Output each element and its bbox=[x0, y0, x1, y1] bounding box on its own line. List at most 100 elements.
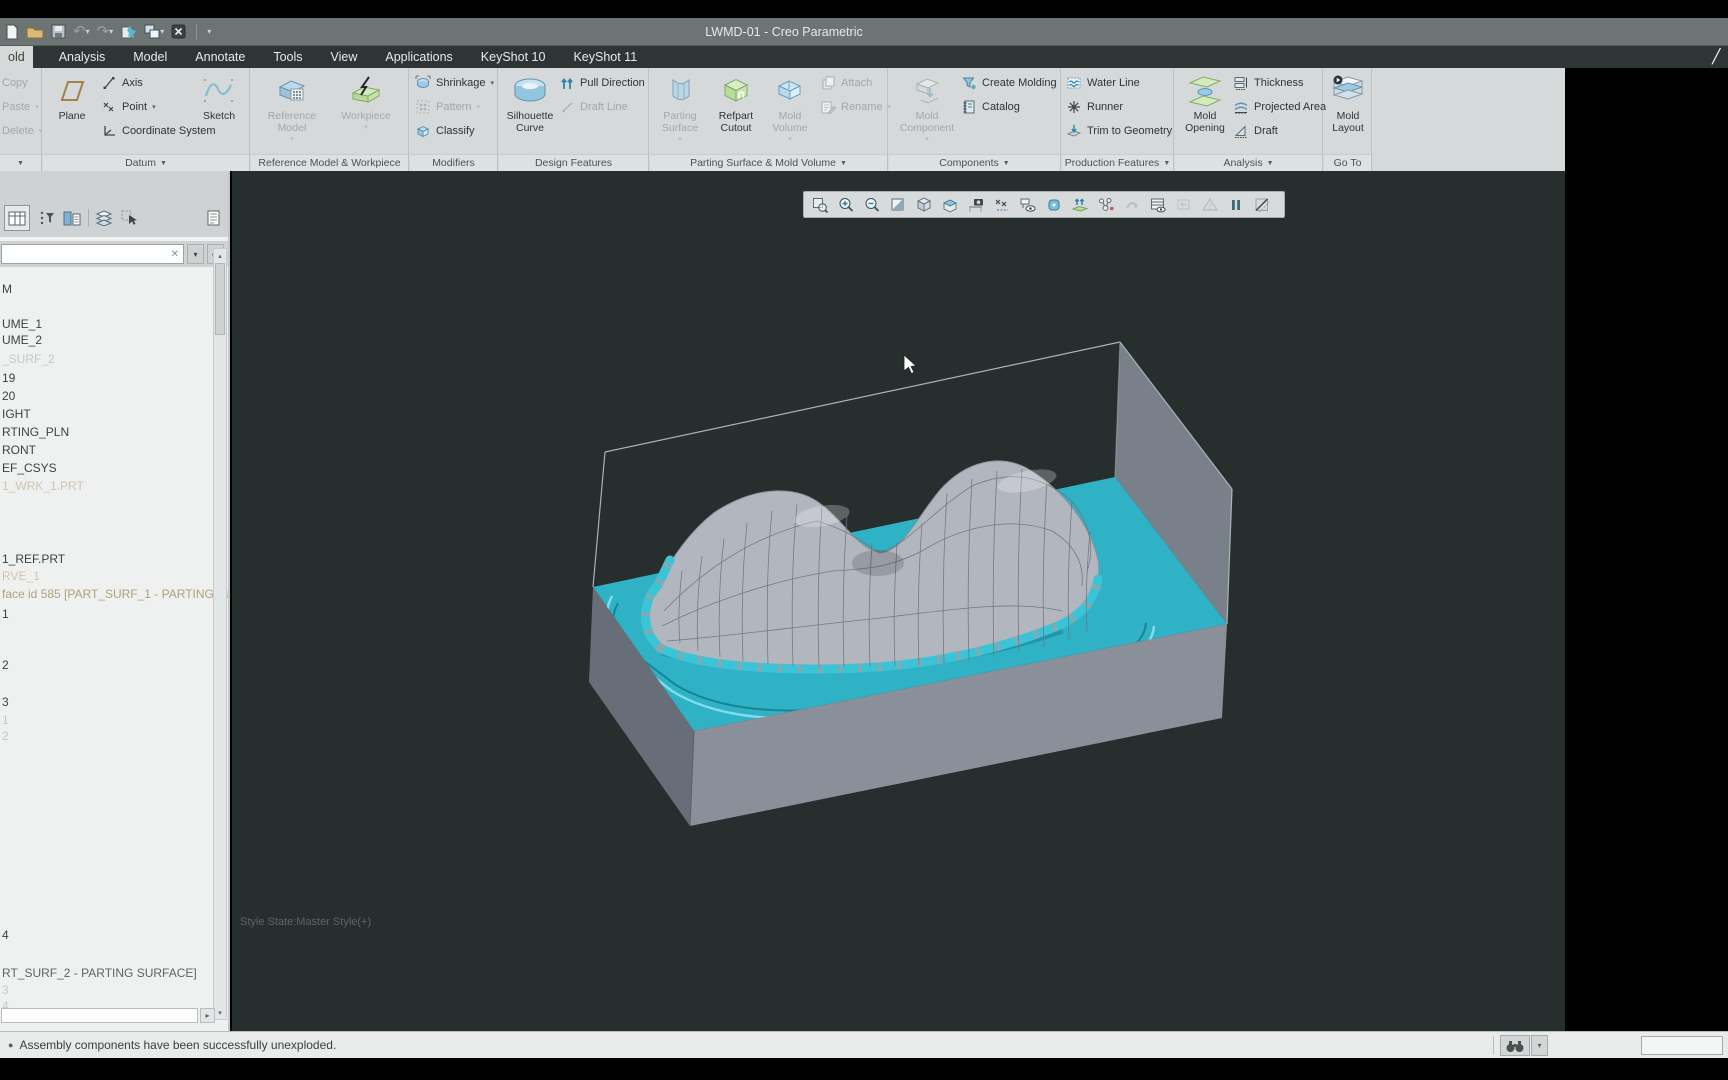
projected-area-button[interactable]: Projected Area bbox=[1233, 96, 1326, 118]
tree-item[interactable]: RONT bbox=[2, 443, 36, 458]
draft-button[interactable]: Draft bbox=[1233, 120, 1278, 142]
tree-item[interactable]: 20 bbox=[2, 389, 15, 404]
pattern-button[interactable]: Pattern▾ bbox=[415, 96, 480, 118]
tree-item[interactable]: 4 bbox=[2, 928, 9, 943]
pause-button[interactable] bbox=[1224, 193, 1248, 216]
tab-view[interactable]: View bbox=[317, 46, 372, 68]
windows-icon[interactable]: ▾ bbox=[144, 23, 164, 41]
scroll-right-button[interactable]: ▸ bbox=[200, 1008, 215, 1023]
explode-view-button[interactable] bbox=[1068, 193, 1092, 216]
geometry-check-button[interactable] bbox=[1198, 193, 1222, 216]
tree-item[interactable]: 1_REF.PRT bbox=[2, 552, 65, 567]
refit-button[interactable] bbox=[808, 193, 832, 216]
tree-item[interactable]: RVE_1 bbox=[2, 569, 40, 584]
group-label-components[interactable]: Components▼ bbox=[889, 154, 1060, 171]
undo-icon[interactable]: ↶▾ bbox=[73, 23, 90, 41]
catalog-button[interactable]: Catalog bbox=[961, 96, 1020, 118]
shrinkage-button[interactable]: Shrinkage▾ bbox=[415, 72, 494, 94]
tab-annotate[interactable]: Annotate bbox=[181, 46, 259, 68]
group-label-modifiers[interactable]: Modifiers bbox=[410, 154, 497, 171]
group-label-datum[interactable]: Datum▼ bbox=[43, 154, 249, 171]
datum-display-button[interactable] bbox=[990, 193, 1014, 216]
tab-keyshot10[interactable]: KeyShot 10 bbox=[467, 46, 560, 68]
paste-button[interactable]: Paste▾ bbox=[2, 96, 39, 118]
tree-item[interactable]: 2 bbox=[2, 729, 9, 744]
previous-view-button[interactable] bbox=[1172, 193, 1196, 216]
coordinate-system-button[interactable]: Coordinate System bbox=[101, 120, 216, 142]
tree-horizontal-scrollbar[interactable] bbox=[1, 1008, 198, 1023]
orientation-button[interactable] bbox=[1094, 193, 1118, 216]
layers-button[interactable] bbox=[92, 205, 116, 231]
thickness-button[interactable]: Thickness bbox=[1233, 72, 1304, 94]
mold-opening-button[interactable]: Mold Opening bbox=[1177, 72, 1233, 134]
search-options-button[interactable]: ▾ bbox=[1531, 1035, 1548, 1056]
trim-to-geometry-button[interactable]: Trim to Geometry bbox=[1066, 120, 1172, 142]
clip-button[interactable] bbox=[1250, 193, 1274, 216]
scrollbar-thumb[interactable] bbox=[215, 263, 225, 335]
pull-direction-button[interactable]: Pull Direction bbox=[559, 72, 645, 94]
classify-button[interactable]: Classify bbox=[415, 120, 475, 142]
tree-columns-button[interactable] bbox=[60, 205, 84, 231]
tree-item[interactable]: 1 bbox=[2, 607, 9, 622]
sketch-button[interactable]: Sketch bbox=[193, 72, 245, 122]
tree-item[interactable]: 3 bbox=[2, 695, 9, 710]
view-manager-button[interactable] bbox=[1146, 193, 1170, 216]
water-line-button[interactable]: Water Line bbox=[1066, 72, 1140, 94]
tree-item[interactable]: 2 bbox=[2, 658, 9, 673]
scroll-down-icon[interactable]: ▾ bbox=[214, 1006, 226, 1019]
tab-analysis[interactable]: Analysis bbox=[45, 46, 120, 68]
pan-button[interactable] bbox=[1120, 193, 1144, 216]
tree-item[interactable]: EF_CSYS bbox=[2, 461, 57, 476]
tree-item[interactable]: M bbox=[2, 282, 12, 297]
tab-applications[interactable]: Applications bbox=[371, 46, 466, 68]
draft-line-button[interactable]: Draft Line bbox=[559, 96, 628, 118]
tab-mold-active[interactable]: old bbox=[0, 46, 33, 68]
group-label-parting[interactable]: Parting Surface & Mold Volume▼ bbox=[650, 154, 887, 171]
scroll-up-icon[interactable]: ▴ bbox=[214, 249, 226, 262]
redo-icon[interactable]: ↷▾ bbox=[97, 23, 114, 41]
create-molding-button[interactable]: Create Molding bbox=[961, 72, 1057, 94]
tab-keyshot11[interactable]: KeyShot 11 bbox=[559, 46, 651, 68]
rename-button[interactable]: Rename▾ bbox=[820, 96, 891, 118]
silhouette-curve-button[interactable]: Silhouette Curve bbox=[501, 72, 559, 134]
tree-item-highlighted[interactable]: face id 585 [PART_SURF_1 - PARTING SURFA… bbox=[2, 587, 230, 602]
new-file-icon[interactable] bbox=[5, 23, 19, 41]
mold-layout-button[interactable]: Mold Layout bbox=[1326, 72, 1370, 134]
tab-model[interactable]: Model bbox=[119, 46, 181, 68]
mold-component-button[interactable]: Mold Component▾ bbox=[895, 72, 959, 146]
group-label-design-features[interactable]: Design Features bbox=[499, 154, 648, 171]
tree-item[interactable]: RT_SURF_2 - PARTING SURFACE] bbox=[2, 966, 197, 981]
refpart-cutout-button[interactable]: Refpart Cutout bbox=[710, 72, 762, 134]
capture-image-button[interactable] bbox=[964, 193, 988, 216]
open-folder-icon[interactable] bbox=[26, 23, 44, 41]
tree-item[interactable]: _SURF_2 bbox=[2, 352, 55, 367]
tree-item[interactable]: 19 bbox=[2, 371, 15, 386]
group-label-ref-workpiece[interactable]: Reference Model & Workpiece bbox=[251, 154, 408, 171]
qat-customize-icon[interactable]: ▾ bbox=[207, 23, 211, 41]
group-label-edit[interactable]: ▼ bbox=[0, 154, 41, 171]
delete-button[interactable]: Delete▾ bbox=[2, 120, 42, 142]
workpiece-button[interactable]: Workpiece▾ bbox=[335, 72, 397, 134]
annotation-display-button[interactable] bbox=[1016, 193, 1040, 216]
close-window-icon[interactable] bbox=[171, 23, 186, 41]
copy-button[interactable]: Copy bbox=[2, 72, 28, 94]
tree-search-input[interactable]: ✕ bbox=[1, 244, 184, 264]
search-model-button[interactable] bbox=[1500, 1035, 1530, 1056]
graphics-area[interactable]: Style State:Master Style(+) bbox=[232, 171, 1565, 1031]
point-button[interactable]: Point▾ bbox=[101, 96, 156, 118]
spin-center-button[interactable] bbox=[1042, 193, 1066, 216]
group-label-production[interactable]: Production Features▼ bbox=[1062, 154, 1173, 171]
saved-views-button[interactable] bbox=[938, 193, 962, 216]
tree-item[interactable]: 1 bbox=[2, 713, 9, 728]
group-label-analysis[interactable]: Analysis▼ bbox=[1175, 154, 1322, 171]
zoom-out-button[interactable] bbox=[860, 193, 884, 216]
group-label-goto[interactable]: Go To bbox=[1324, 154, 1371, 171]
tree-item[interactable]: 1_WRK_1.PRT bbox=[2, 479, 84, 494]
runner-button[interactable]: Runner bbox=[1066, 96, 1123, 118]
tree-vertical-scrollbar[interactable]: ▴ ▾ bbox=[213, 248, 227, 1020]
mold-volume-button[interactable]: Mold Volume▾ bbox=[764, 72, 816, 146]
tab-tools[interactable]: Tools bbox=[259, 46, 316, 68]
tree-filter-button[interactable] bbox=[36, 205, 58, 231]
display-style-button[interactable] bbox=[912, 193, 936, 216]
search-dropdown-button[interactable]: ▾ bbox=[187, 244, 204, 264]
